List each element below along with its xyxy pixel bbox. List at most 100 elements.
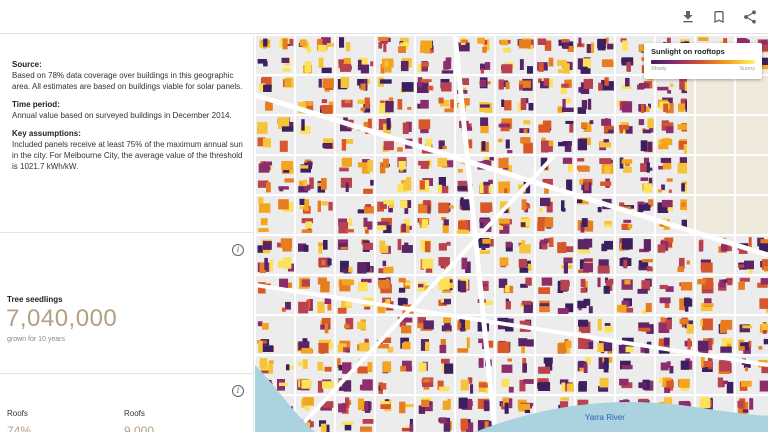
building-footprint [340,77,350,88]
building-footprint [558,141,568,147]
building-footprint [524,409,531,414]
building-footprint [604,357,609,369]
building-footprint [661,138,673,146]
building-footprint [422,258,434,269]
share-icon[interactable] [741,8,758,25]
download-icon[interactable] [679,8,696,25]
building-footprint [423,200,431,206]
building-footprint [638,322,650,328]
building-footprint [544,217,554,228]
building-footprint [367,221,373,230]
seedlings-card: i Tree seedlings 7,040,000 grown for 10 … [0,234,253,374]
building-footprint [626,61,631,72]
bookmark-icon[interactable] [710,8,727,25]
assumptions-text: Included panels receive at least 75% of … [12,140,243,171]
building-footprint [721,244,728,252]
building-footprint [450,99,454,109]
building-footprint [523,379,534,384]
building-footprint [461,257,468,270]
assumptions-heading: Key assumptions: [12,129,81,138]
building-footprint [623,259,628,269]
building-footprint [418,283,424,288]
building-footprint [363,188,373,194]
building-footprint [538,287,550,294]
building-footprint [640,261,646,268]
building-footprint [318,44,327,52]
building-footprint [403,317,413,323]
building-footprint [299,39,307,47]
building-footprint [583,262,593,273]
building-footprint [601,243,608,252]
building-footprint [727,279,733,286]
info-icon[interactable]: i [232,385,244,397]
building-footprint [588,306,593,314]
info-icon[interactable]: i [232,244,244,256]
building-footprint [561,107,574,112]
building-footprint [282,245,292,252]
building-footprint [649,167,653,171]
building-footprint [457,229,469,234]
building-footprint [305,221,312,229]
building-footprint [401,223,406,233]
building-footprint [258,228,269,232]
building-footprint [548,237,554,247]
building-footprint [420,79,432,83]
building-footprint [623,166,632,173]
building-footprint [668,189,672,193]
map-canvas[interactable] [255,35,768,432]
building-footprint [597,318,602,331]
building-footprint [397,239,402,251]
building-footprint [505,139,510,149]
building-footprint [681,202,686,207]
building-footprint [397,99,403,110]
building-footprint [364,97,370,109]
building-footprint [667,90,672,94]
building-footprint [304,406,310,411]
building-footprint [527,66,533,74]
building-footprint [640,104,645,113]
building-footprint [507,358,512,362]
building-footprint [540,197,551,207]
solar-map[interactable]: Sunlight on rooftops Shady Sunny Yarra R… [255,35,768,432]
building-footprint [761,366,768,374]
building-footprint [338,403,347,413]
building-footprint [386,118,391,130]
building-footprint [763,338,768,345]
building-footprint [686,324,694,334]
roofs-percent-label: Roofs [7,409,28,418]
building-footprint [621,364,633,370]
building-footprint [460,379,469,391]
building-footprint [744,367,749,372]
building-footprint [565,120,574,124]
info-panel: Source: Based on 78% data coverage over … [0,35,254,432]
building-footprint [470,384,474,394]
building-footprint [289,38,294,46]
building-footprint [640,177,649,181]
building-footprint [441,358,450,364]
building-footprint [305,69,309,74]
building-footprint [482,238,491,244]
building-footprint [362,379,373,391]
legend-high-label: Sunny [739,66,755,72]
building-footprint [382,361,392,373]
building-footprint [317,301,325,313]
building-footprint [258,163,270,173]
building-footprint [697,340,709,351]
building-footprint [679,318,689,325]
building-footprint [338,59,344,64]
building-footprint [677,266,684,272]
building-footprint [707,338,713,351]
building-footprint [539,207,543,213]
building-footprint [301,279,310,287]
building-footprint [438,97,444,104]
building-footprint [599,377,609,388]
building-footprint [606,125,614,130]
building-footprint [741,380,752,387]
building-footprint [498,138,503,143]
building-footprint [501,364,513,373]
building-footprint [625,77,630,87]
building-footprint [337,307,347,314]
building-footprint [625,346,634,353]
building-footprint [367,362,373,373]
building-footprint [344,99,351,104]
